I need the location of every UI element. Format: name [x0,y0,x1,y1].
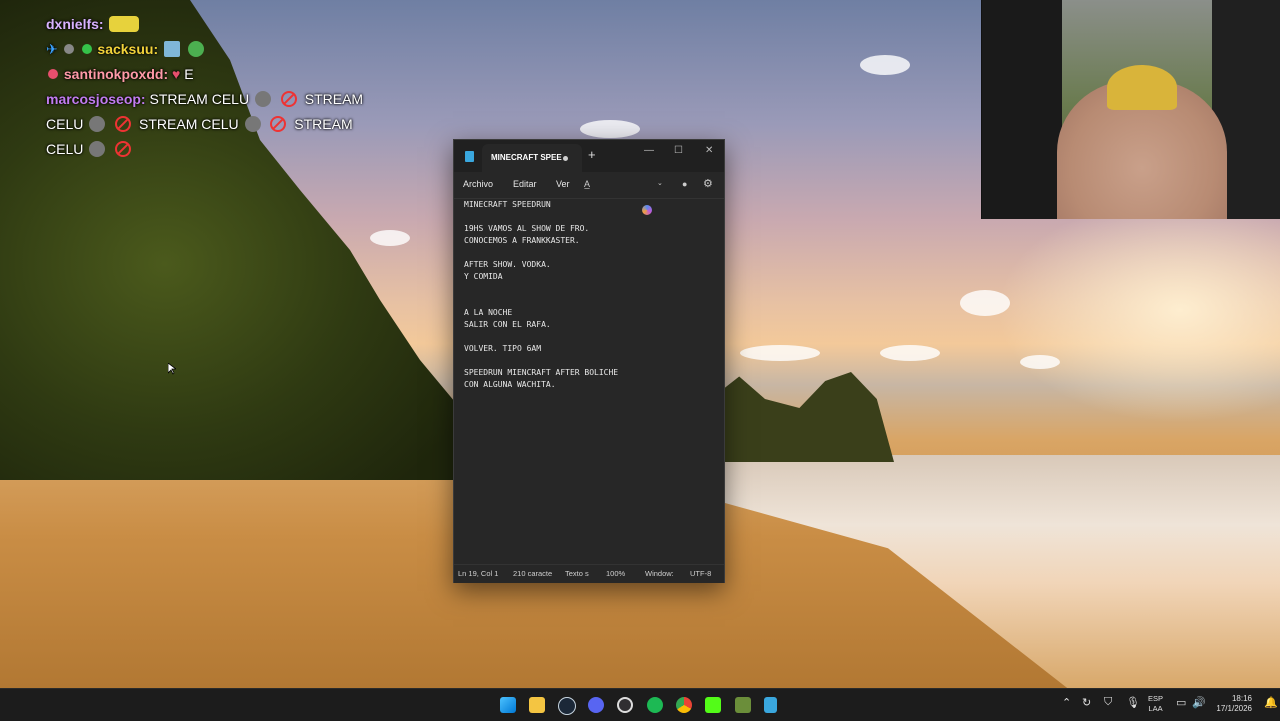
account-icon[interactable]: ● [682,179,687,189]
kick-icon[interactable] [705,697,721,713]
windows-start-icon[interactable] [500,697,516,713]
language-code: ESP [1148,694,1164,703]
cursor-position: Ln 19, Col 1 [458,569,499,578]
chat-username: sacksuu: [97,41,159,57]
keyboard-layout: LAA [1148,704,1163,713]
unsaved-dot-icon[interactable] [563,156,568,161]
frog-emote-icon [187,41,204,57]
chat-text: STREAM [294,116,353,132]
chat-message: CELU STREAM CELU STREAM [46,112,376,137]
chat-text: STREAM CELU [139,116,239,132]
chat-text: STREAM CELU [149,91,250,107]
editor-text-area[interactable]: MINECRAFT SPEEDRUN 19HS VAMOS AL SHOW DE… [464,199,716,565]
badge-icon [81,44,92,54]
cloud [580,120,640,138]
minion-emote-icon [109,16,140,32]
title-bar[interactable]: MINECRAFT SPEE + — ☐ ✕ [454,140,724,172]
chat-username: marcosjoseop: [46,91,146,107]
balloon-emote-icon [244,116,261,132]
ocean-water [720,455,1280,688]
menu-bar: Archivo Editar Ver A̲ ⌄ ● ⚙ [454,172,724,215]
image-emote-icon [164,41,180,57]
cloud [740,345,820,361]
status-bar: Ln 19, Col 1 210 caracte Texto s 100% Wi… [454,564,724,583]
obs-icon[interactable] [617,697,633,713]
sea-rocks [722,372,894,462]
no-sign-icon [280,91,297,107]
notepad-app-icon [465,151,474,162]
chat-text: E [184,66,194,82]
chat-message: dxnielfs: [46,12,376,37]
chat-username: santinokpoxdd: [63,66,169,82]
discord-icon[interactable] [588,697,604,713]
new-tab-button[interactable]: + [588,147,596,162]
date: 17/1/2026 [1216,704,1252,713]
input-language[interactable]: ESP LAA [1148,694,1163,714]
notepad-icon[interactable] [764,697,777,713]
webcam-overlay [981,0,1280,219]
no-sign-icon [115,141,132,157]
tab-title: MINECRAFT SPEE [491,153,562,162]
webcam-curtain [982,0,1062,219]
taskbar: ⌃ ↻ ⛉ 🎙 ESP LAA ▭ 🔊 18:16 17/1/2026 🔔 [0,688,1280,721]
badge-icon [63,44,74,54]
security-shield-icon[interactable]: ⛉ [1104,696,1112,709]
minecraft-icon[interactable] [735,697,751,713]
chat-username: dxnielfs: [46,16,104,32]
heart-icon: ♥ [172,66,181,82]
chrome-icon[interactable] [676,697,692,713]
chat-text: CELU [46,116,84,132]
notifications-icon[interactable]: 🔔 [1264,696,1278,709]
steam-icon[interactable] [558,697,576,715]
no-sign-icon [115,116,132,132]
chat-message: santinokpoxdd: ♥ E [46,62,376,87]
volume-icon[interactable]: 🔊 [1192,696,1206,709]
chat-message: marcosjoseop: STREAM CELU STREAM [46,87,376,112]
notepad-window[interactable]: MINECRAFT SPEE + — ☐ ✕ Archivo Editar Ve… [453,139,725,583]
chat-text: CELU [46,141,84,157]
tab-minecraft-speedrun[interactable]: MINECRAFT SPEE [482,144,582,172]
menu-edit[interactable]: Editar [513,179,537,189]
zoom-level[interactable]: 100% [606,569,625,578]
chevron-up-icon[interactable]: ⌃ [1062,696,1071,709]
sync-icon[interactable]: ↻ [1082,696,1091,709]
maximize-button[interactable]: ☐ [674,145,683,156]
gear-icon[interactable]: ⚙ [703,177,713,190]
chat-message: CELU [46,137,376,162]
cloud [960,290,1010,316]
cloud [370,230,410,246]
minimize-button[interactable]: — [644,145,654,156]
clock[interactable]: 18:16 17/1/2026 [1210,694,1252,714]
menu-view[interactable]: Ver [556,179,570,189]
balloon-emote-icon [89,141,106,157]
no-sign-icon [270,116,287,132]
encoding[interactable]: UTF-8 [690,569,711,578]
chat-text: STREAM [304,91,364,107]
character-count: 210 caracte [513,569,553,578]
file-explorer-icon[interactable] [529,697,545,713]
mouse-cursor-icon [167,362,178,380]
streamer-beanie [1107,65,1177,110]
badge-icon [48,69,58,79]
close-button[interactable]: ✕ [705,145,713,156]
balloon-emote-icon [254,91,271,107]
cloud [880,345,940,361]
chevron-down-icon[interactable]: ⌄ [657,179,663,187]
stream-chat-overlay: dxnielfs: ✈ sacksuu: santinokpoxdd: ♥ E … [46,12,376,162]
spotify-icon[interactable] [647,697,663,713]
balloon-emote-icon [89,116,106,132]
line-ending[interactable]: Window: [645,569,674,578]
time: 18:16 [1231,694,1252,703]
text-format-status[interactable]: Texto s [565,569,589,578]
network-icon[interactable]: ▭ [1176,696,1186,709]
badge-icon: ✈ [46,41,58,57]
chat-message: ✈ sacksuu: [46,37,376,62]
cloud [1020,355,1060,369]
menu-file[interactable]: Archivo [463,179,493,189]
microphone-icon[interactable]: 🎙 [1126,696,1140,709]
text-format-icon[interactable]: A̲ [584,179,590,189]
cloud [860,55,910,75]
